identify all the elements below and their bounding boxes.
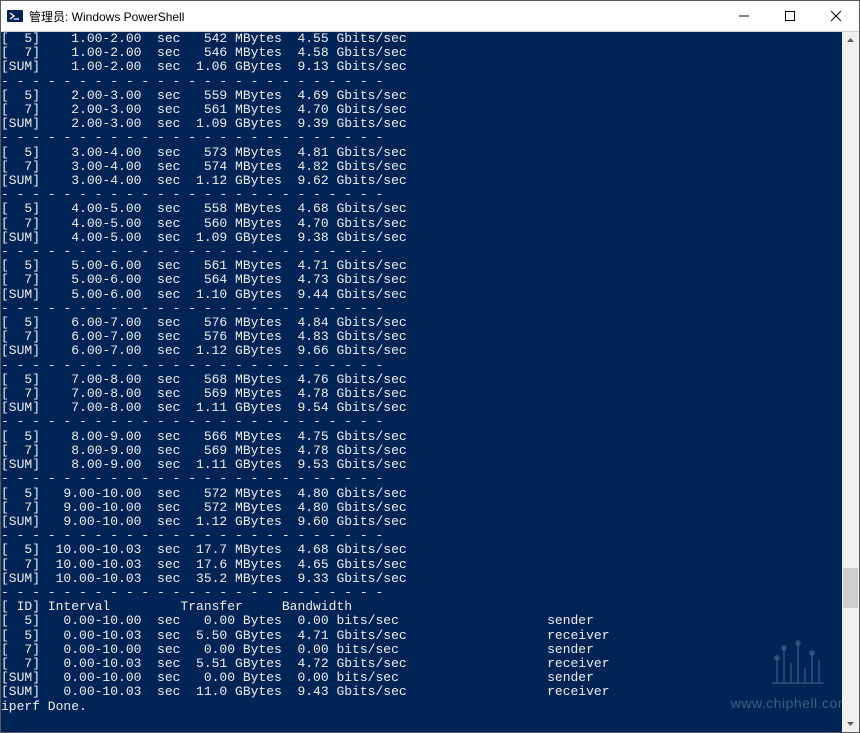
terminal-line: [ 7] 9.00-10.00 sec 572 MBytes 4.80 Gbit… [1, 501, 842, 515]
terminal-line: [SUM] 5.00-6.00 sec 1.10 GBytes 9.44 Gbi… [1, 288, 842, 302]
terminal-line: [ 5] 2.00-3.00 sec 559 MBytes 4.69 Gbits… [1, 89, 842, 103]
terminal-line: [ 7] 3.00-4.00 sec 574 MBytes 4.82 Gbits… [1, 160, 842, 174]
powershell-window: 管理员: Windows PowerShell [ 5] 1.00-2.00 s… [0, 0, 860, 733]
terminal-line: - - - - - - - - - - - - - - - - - - - - … [1, 415, 842, 429]
terminal-line: [ 7] 5.00-6.00 sec 564 MBytes 4.73 Gbits… [1, 273, 842, 287]
terminal-line: [ 5] 6.00-7.00 sec 576 MBytes 4.84 Gbits… [1, 316, 842, 330]
terminal-line: [SUM] 0.00-10.03 sec 11.0 GBytes 9.43 Gb… [1, 685, 842, 699]
terminal-line: iperf Done. [1, 700, 842, 714]
terminal-line: - - - - - - - - - - - - - - - - - - - - … [1, 359, 842, 373]
terminal-line: [SUM] 6.00-7.00 sec 1.12 GBytes 9.66 Gbi… [1, 344, 842, 358]
terminal-line: [ 5] 3.00-4.00 sec 573 MBytes 4.81 Gbits… [1, 146, 842, 160]
scroll-thumb[interactable] [843, 568, 858, 608]
terminal-line: [ 7] 1.00-2.00 sec 546 MBytes 4.58 Gbits… [1, 46, 842, 60]
scroll-up-button[interactable] [842, 32, 859, 49]
terminal-line: [ 7] 4.00-5.00 sec 560 MBytes 4.70 Gbits… [1, 217, 842, 231]
terminal-line: [ 7] 0.00-10.00 sec 0.00 Bytes 0.00 bits… [1, 643, 842, 657]
terminal-line: - - - - - - - - - - - - - - - - - - - - … [1, 188, 842, 202]
terminal-line: [ 5] 0.00-10.00 sec 0.00 Bytes 0.00 bits… [1, 614, 842, 628]
terminal-line: [ 7] 6.00-7.00 sec 576 MBytes 4.83 Gbits… [1, 330, 842, 344]
window-controls [721, 1, 859, 31]
terminal-line: [ 7] 7.00-8.00 sec 569 MBytes 4.78 Gbits… [1, 387, 842, 401]
terminal-line: [ 7] 0.00-10.03 sec 5.51 GBytes 4.72 Gbi… [1, 657, 842, 671]
terminal-line: [SUM] 9.00-10.00 sec 1.12 GBytes 9.60 Gb… [1, 515, 842, 529]
terminal-line: - - - - - - - - - - - - - - - - - - - - … [1, 302, 842, 316]
titlebar[interactable]: 管理员: Windows PowerShell [1, 1, 859, 32]
terminal-line: [SUM] 7.00-8.00 sec 1.11 GBytes 9.54 Gbi… [1, 401, 842, 415]
terminal-line: [SUM] 8.00-9.00 sec 1.11 GBytes 9.53 Gbi… [1, 458, 842, 472]
window-title: 管理员: Windows PowerShell [29, 8, 721, 25]
maximize-button[interactable] [767, 1, 813, 31]
terminal-line: [ 7] 8.00-9.00 sec 569 MBytes 4.78 Gbits… [1, 444, 842, 458]
terminal-line: [SUM] 10.00-10.03 sec 35.2 MBytes 9.33 G… [1, 572, 842, 586]
terminal-line: - - - - - - - - - - - - - - - - - - - - … [1, 586, 842, 600]
terminal-line: [ 5] 4.00-5.00 sec 558 MBytes 4.68 Gbits… [1, 202, 842, 216]
terminal-line: [ 5] 10.00-10.03 sec 17.7 MBytes 4.68 Gb… [1, 543, 842, 557]
terminal-line: [ 5] 1.00-2.00 sec 542 MBytes 4.55 Gbits… [1, 32, 842, 46]
terminal-line: [SUM] 1.00-2.00 sec 1.06 GBytes 9.13 Gbi… [1, 60, 842, 74]
terminal-line: [SUM] 3.00-4.00 sec 1.12 GBytes 9.62 Gbi… [1, 174, 842, 188]
terminal-line: [ 5] 0.00-10.03 sec 5.50 GBytes 4.71 Gbi… [1, 629, 842, 643]
terminal-output[interactable]: [ 5] 1.00-2.00 sec 542 MBytes 4.55 Gbits… [1, 32, 842, 732]
terminal-line: [SUM] 4.00-5.00 sec 1.09 GBytes 9.38 Gbi… [1, 231, 842, 245]
vertical-scrollbar[interactable] [842, 32, 859, 732]
powershell-icon [7, 8, 23, 24]
scroll-track[interactable] [842, 49, 859, 715]
terminal-line: - - - - - - - - - - - - - - - - - - - - … [1, 472, 842, 486]
terminal-line: [ ID] Interval Transfer Bandwidth [1, 600, 842, 614]
terminal-line: [ 7] 2.00-3.00 sec 561 MBytes 4.70 Gbits… [1, 103, 842, 117]
terminal-line: [ 5] 8.00-9.00 sec 566 MBytes 4.75 Gbits… [1, 430, 842, 444]
terminal-line: [ 5] 7.00-8.00 sec 568 MBytes 4.76 Gbits… [1, 373, 842, 387]
terminal-line: [ 7] 10.00-10.03 sec 17.6 MBytes 4.65 Gb… [1, 558, 842, 572]
terminal-line: [ 5] 5.00-6.00 sec 561 MBytes 4.71 Gbits… [1, 259, 842, 273]
close-button[interactable] [813, 1, 859, 31]
minimize-button[interactable] [721, 1, 767, 31]
terminal-line: [SUM] 2.00-3.00 sec 1.09 GBytes 9.39 Gbi… [1, 117, 842, 131]
content-area: [ 5] 1.00-2.00 sec 542 MBytes 4.55 Gbits… [1, 32, 859, 732]
scroll-down-button[interactable] [842, 715, 859, 732]
terminal-line: [ 5] 9.00-10.00 sec 572 MBytes 4.80 Gbit… [1, 487, 842, 501]
terminal-line: [SUM] 0.00-10.00 sec 0.00 Bytes 0.00 bit… [1, 671, 842, 685]
terminal-line: - - - - - - - - - - - - - - - - - - - - … [1, 529, 842, 543]
terminal-line: - - - - - - - - - - - - - - - - - - - - … [1, 75, 842, 89]
terminal-line: - - - - - - - - - - - - - - - - - - - - … [1, 131, 842, 145]
terminal-line: - - - - - - - - - - - - - - - - - - - - … [1, 245, 842, 259]
